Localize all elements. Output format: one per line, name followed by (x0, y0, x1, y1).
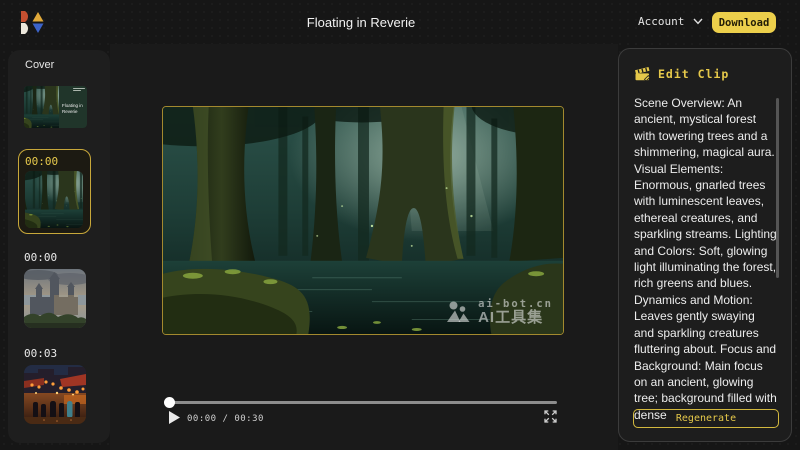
watermark-icon (445, 300, 471, 326)
fullscreen-icon (543, 409, 558, 424)
edit-clip-header: Edit Clip (634, 66, 729, 81)
seek-bar[interactable] (165, 401, 557, 404)
clips-sidebar: Cover Floating in Reverie 00:00 00:00 00… (8, 50, 110, 443)
description-scrollbar[interactable] (776, 98, 779, 278)
app-logo[interactable] (18, 9, 44, 35)
play-button[interactable] (168, 411, 180, 424)
watermark: ai-bot.cn AI工具集 (445, 299, 553, 326)
fullscreen-button[interactable] (543, 409, 558, 424)
account-menu[interactable]: Account (638, 15, 703, 28)
cover-thumbnail[interactable]: Floating in Reverie (24, 86, 87, 128)
clip-thumbnail-forest (25, 171, 83, 228)
edit-clip-panel: Edit Clip Scene Overview: An ancient, my… (618, 48, 792, 442)
regenerate-button[interactable]: Regenerate (633, 409, 779, 428)
clip-item-1-selected[interactable]: 00:00 (18, 149, 91, 234)
cover-watermark (73, 88, 85, 92)
play-icon (169, 411, 180, 424)
clip-timestamp: 00:00 (25, 155, 84, 168)
cover-title: Floating in Reverie (62, 103, 84, 115)
top-bar: Floating in Reverie Account Download (0, 0, 800, 44)
clip-item-2[interactable]: 00:00 (24, 251, 97, 328)
edit-clip-title: Edit Clip (658, 67, 729, 81)
watermark-line2: AI工具集 (478, 310, 553, 326)
cover-title-panel: Floating in Reverie (59, 86, 87, 128)
clip-item-3[interactable]: 00:03 (24, 347, 97, 424)
time-display: 00:00 / 00:30 (187, 414, 264, 424)
download-button[interactable]: Download (712, 12, 776, 33)
chevron-down-icon (693, 18, 703, 25)
clip-thumbnail-castle (24, 269, 86, 328)
cover-label: Cover (25, 59, 54, 71)
clip-timestamp: 00:03 (24, 347, 97, 360)
cover-art-forest (24, 86, 59, 128)
video-preview[interactable]: ai-bot.cn AI工具集 (162, 106, 564, 335)
clip-timestamp: 00:00 (24, 251, 97, 264)
scene-description-textarea[interactable]: Scene Overview: An ancient, mystical for… (634, 95, 778, 423)
clip-thumbnail-market (24, 365, 86, 424)
seek-handle[interactable] (164, 397, 175, 408)
page-title: Floating in Reverie (307, 15, 415, 30)
clapperboard-edit-icon (634, 66, 651, 81)
account-label: Account (638, 15, 684, 28)
